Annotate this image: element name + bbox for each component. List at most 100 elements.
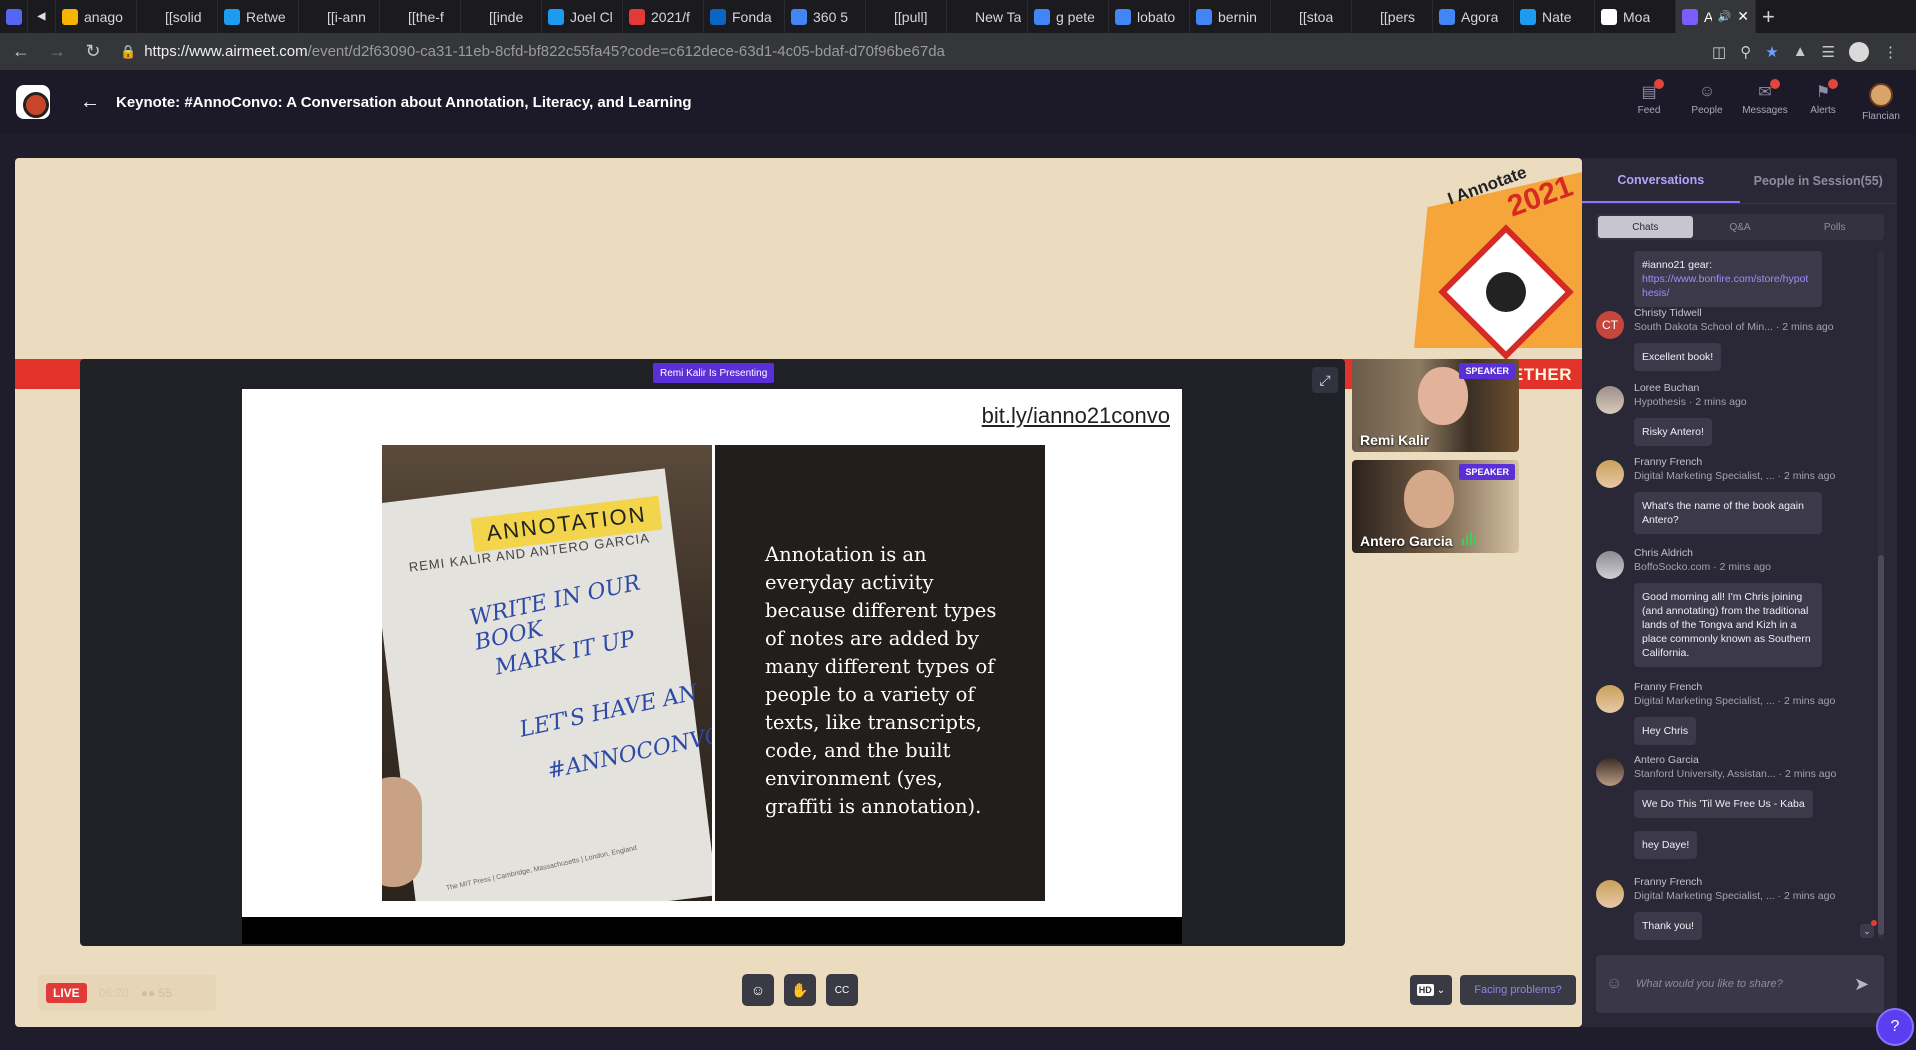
- browser-tab[interactable]: [[pull]: [866, 0, 947, 33]
- browser-tab[interactable]: [[stoa: [1271, 0, 1352, 33]
- speaker-tile[interactable]: SPEAKER Remi Kalir: [1352, 359, 1519, 452]
- reload-icon[interactable]: ↻: [78, 37, 108, 67]
- profile-icon[interactable]: [1849, 41, 1869, 62]
- raise-hand-button[interactable]: ✋: [784, 974, 816, 1006]
- browser-tab[interactable]: [[the-f: [380, 0, 461, 33]
- video-quality-button[interactable]: HD ⌄: [1410, 975, 1452, 1005]
- facing-problems-button[interactable]: Facing problems?: [1460, 975, 1576, 1005]
- browser-tab[interactable]: [[pers: [1352, 0, 1433, 33]
- browser-tab-title: bernin: [1218, 8, 1257, 25]
- captions-button[interactable]: CC: [826, 974, 858, 1006]
- chat-scroll-thumb[interactable]: [1878, 555, 1884, 935]
- browser-tab-active[interactable]: A 🔊 ✕: [1676, 0, 1756, 33]
- calendar-icon: [629, 8, 645, 25]
- browser-tab[interactable]: 2021/f: [623, 0, 704, 33]
- browser-tab[interactable]: 360 5: [785, 0, 866, 33]
- message-bubble: Good morning all! I'm Chris joining (and…: [1634, 583, 1822, 667]
- media-control-icon[interactable]: ☰: [1822, 43, 1835, 61]
- header-nav-alerts[interactable]: ⚑ Alerts: [1794, 78, 1852, 122]
- message-bubble: Excellent book!: [1634, 343, 1722, 371]
- message-meta: BoffoSocko.com · 2 mins ago: [1634, 561, 1771, 573]
- new-tab-button[interactable]: +: [1756, 0, 1792, 33]
- browser-tab[interactable]: Agora: [1433, 0, 1514, 33]
- people-icon: ●●: [140, 986, 156, 1000]
- avatar[interactable]: [1596, 880, 1624, 908]
- message-author[interactable]: Christy Tidwell: [1634, 307, 1702, 319]
- close-icon[interactable]: ✕: [1737, 8, 1749, 25]
- google-icon: [1034, 8, 1050, 25]
- subtab-polls[interactable]: Polls: [1787, 216, 1882, 238]
- blank-icon: [953, 8, 969, 25]
- message-meta: Stanford University, Assistan... · 2 min…: [1634, 768, 1837, 780]
- avatar[interactable]: [1596, 386, 1624, 414]
- beeper-icon: [5, 8, 22, 25]
- forward-icon[interactable]: →: [42, 37, 72, 67]
- avatar[interactable]: [1596, 551, 1624, 579]
- browser-tab[interactable]: ◀: [28, 0, 56, 33]
- browser-tab[interactable]: bernin: [1190, 0, 1271, 33]
- browser-tab[interactable]: g pete: [1028, 0, 1109, 33]
- back-icon[interactable]: ←: [6, 37, 36, 67]
- browser-tab[interactable]: [[inde: [461, 0, 542, 33]
- browser-tab[interactable]: [[i-ann: [299, 0, 380, 33]
- audio-icon: ◀: [33, 8, 50, 25]
- send-icon[interactable]: ➤: [1854, 974, 1884, 995]
- browser-tab[interactable]: Nate: [1514, 0, 1595, 33]
- chat-scrollbar[interactable]: [1878, 250, 1884, 940]
- extension-icon[interactable]: ▲: [1793, 43, 1808, 60]
- browser-tab-title: [[solid: [165, 8, 202, 25]
- subtab-qa[interactable]: Q&A: [1693, 216, 1788, 238]
- subtab-chats[interactable]: Chats: [1598, 216, 1693, 238]
- browser-tab[interactable]: Joel Cl: [542, 0, 623, 33]
- avatar[interactable]: CT: [1596, 311, 1624, 339]
- url-field[interactable]: 🔒 https://www.airmeet.com/event/d2f63090…: [120, 43, 1712, 60]
- chat-input[interactable]: [1636, 978, 1854, 990]
- browser-tab-title: [[stoa: [1299, 8, 1334, 25]
- browser-tab[interactable]: Fonda: [704, 0, 785, 33]
- fullscreen-icon[interactable]: ⤢: [1312, 367, 1338, 393]
- back-arrow-icon[interactable]: ←: [80, 91, 100, 114]
- bookmark-star-icon[interactable]: ★: [1765, 43, 1778, 61]
- browser-address-bar: ← → ↻ 🔒 https://www.airmeet.com/event/d2…: [0, 33, 1916, 70]
- avatar[interactable]: [1596, 460, 1624, 488]
- header-nav-flancian[interactable]: Flancian: [1852, 82, 1910, 122]
- header-nav-feed[interactable]: ▤ Feed: [1620, 78, 1678, 122]
- browser-tab-bar: ◀ anago [[solid Retwe [[i-ann [[the-f [[inde Jo…: [0, 0, 1916, 33]
- message-author[interactable]: Antero Garcia: [1634, 754, 1699, 766]
- browser-tab[interactable]: Moa: [1595, 0, 1676, 33]
- twitter-icon: [1520, 8, 1536, 25]
- menu-icon[interactable]: ⋮: [1883, 43, 1898, 61]
- scroll-to-bottom-icon[interactable]: ⌄: [1860, 924, 1874, 938]
- emoji-icon[interactable]: ☺: [1606, 975, 1628, 993]
- message-author[interactable]: Franny French: [1634, 456, 1702, 468]
- message-meta: Digital Marketing Specialist, ... · 2 mi…: [1634, 890, 1836, 902]
- message-bubble: We Do This 'Til We Free Us - Kaba: [1634, 790, 1813, 818]
- message-author[interactable]: Loree Buchan: [1634, 382, 1699, 394]
- browser-tab[interactable]: lobato: [1109, 0, 1190, 33]
- event-logo[interactable]: [16, 85, 50, 119]
- browser-tab[interactable]: New Tab: [947, 0, 1028, 33]
- message-author[interactable]: Chris Aldrich: [1634, 547, 1693, 559]
- browser-tab[interactable]: anago: [56, 0, 137, 33]
- header-nav-people[interactable]: ☺ People: [1678, 83, 1736, 122]
- header-nav-messages[interactable]: ✉ Messages: [1736, 78, 1794, 122]
- camera-icon[interactable]: ◫: [1712, 43, 1726, 61]
- tab-people-in-session[interactable]: People in Session(55): [1740, 158, 1898, 203]
- browser-tab[interactable]: [[solid: [137, 0, 218, 33]
- twitter-icon: [548, 8, 564, 25]
- avatar[interactable]: [1596, 685, 1624, 713]
- zoom-icon[interactable]: ⚲: [1740, 43, 1751, 61]
- lock-icon: 🔒: [120, 43, 137, 59]
- speaker-tile[interactable]: SPEAKER Antero Garcia: [1352, 460, 1519, 553]
- browser-tab[interactable]: Retwe: [218, 0, 299, 33]
- message-author[interactable]: Franny French: [1634, 681, 1702, 693]
- browser-tab[interactable]: [0, 0, 28, 33]
- help-icon[interactable]: ?: [1876, 1008, 1914, 1046]
- message-link[interactable]: https://www.bonfire.com/store/hypothesis…: [1642, 273, 1808, 299]
- book-photo: ANNOTATION REMI KALIR AND ANTERO GARCIA …: [382, 445, 712, 901]
- message-author[interactable]: Franny French: [1634, 876, 1702, 888]
- tab-conversations[interactable]: Conversations: [1582, 158, 1740, 203]
- browser-tab-title: 360 5: [813, 8, 849, 25]
- emoji-reaction-button[interactable]: ☺: [742, 974, 774, 1006]
- avatar[interactable]: [1596, 758, 1624, 786]
